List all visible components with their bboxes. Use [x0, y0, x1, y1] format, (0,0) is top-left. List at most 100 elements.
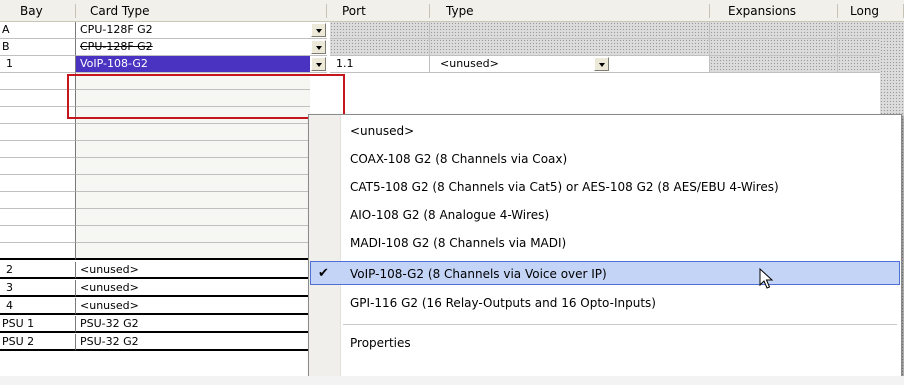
bay-cell [0, 209, 76, 226]
bay-cell: 1 [0, 56, 76, 73]
bay-row-b[interactable]: B CPU-128F G2 [0, 39, 327, 56]
bay-cell: A [0, 22, 76, 39]
type-select[interactable]: <unused> [430, 56, 710, 73]
bay-cell: PSU 2 [0, 334, 76, 351]
bay-cell [0, 192, 76, 209]
card-type-dropdown[interactable] [310, 39, 327, 56]
header-card-type-label: Card Type [90, 4, 150, 18]
menu-item-label: MADI-108 G2 (8 Channels via MADI) [350, 236, 567, 250]
card-type-cell [76, 107, 310, 124]
bay-cell [0, 226, 76, 243]
port-cell[interactable]: 1.1 [330, 56, 430, 73]
bay-row-1[interactable]: 1 VoIP-108-G2 [0, 56, 327, 73]
header-port[interactable]: Port [330, 0, 430, 22]
bay-cell [0, 158, 76, 175]
menu-item-label: CAT5-108 G2 (8 Channels via Cat5) or AES… [350, 180, 779, 194]
chevron-down-icon[interactable] [311, 23, 326, 37]
type-cell [430, 22, 710, 39]
header-expansions[interactable]: Expansions [710, 0, 838, 22]
menu-item-unused[interactable]: <unused> [310, 119, 900, 143]
card-type-cell [76, 124, 310, 141]
card-type-cell [76, 192, 310, 209]
card-type-context-menu: <unused> COAX-108 G2 (8 Channels via Coa… [308, 114, 902, 378]
header-card-type[interactable]: Card Type [76, 0, 327, 22]
bay-row-psu2[interactable]: PSU 2 PSU-32 G2 [0, 334, 327, 351]
port-row-empty [0, 73, 327, 90]
expansions-cell [710, 39, 838, 56]
bay-cell: 3 [0, 280, 76, 297]
menu-item-label: COAX-108 G2 (8 Channels via Coax) [350, 152, 568, 166]
card-type-cell[interactable]: CPU-128F G2 [76, 39, 310, 56]
type-cell [430, 39, 710, 56]
port-row-empty [0, 90, 327, 107]
bay-cell: 2 [0, 262, 76, 279]
check-icon: ✔ [318, 266, 329, 281]
header-bay[interactable]: Bay [0, 0, 76, 22]
bay-cell [0, 73, 76, 90]
menu-item-label: GPI-116 G2 (16 Relay-Outputs and 16 Opto… [350, 296, 656, 310]
card-configuration-window: Bay Card Type Port Type Expansions Long … [0, 0, 904, 385]
header-type-label: Type [446, 4, 474, 18]
menu-item-gpi[interactable]: GPI-116 G2 (16 Relay-Outputs and 16 Opto… [310, 291, 900, 315]
bay-row-psu1[interactable]: PSU 1 PSU-32 G2 [0, 316, 327, 333]
port-row-empty [0, 175, 327, 192]
header-port-label: Port [342, 4, 366, 18]
bay-cell [0, 107, 76, 124]
card-type-cell [76, 90, 310, 107]
header-long[interactable]: Long [838, 0, 904, 22]
card-type-cell[interactable]: PSU-32 G2 [76, 316, 310, 333]
card-type-cell-selected[interactable]: VoIP-108-G2 [76, 56, 310, 73]
port-row-empty [0, 243, 327, 260]
card-type-dropdown[interactable] [310, 22, 327, 39]
bay-cell [0, 175, 76, 192]
chevron-down-icon[interactable] [311, 40, 326, 54]
card-type-cell [76, 243, 310, 260]
bay-cell [0, 243, 76, 260]
bay-row-4[interactable]: 4 <unused> [0, 298, 327, 315]
bay-cell: 4 [0, 298, 76, 315]
card-type-dropdown[interactable] [310, 56, 327, 73]
port-cell [330, 39, 430, 56]
card-type-cell[interactable]: <unused> [76, 298, 310, 315]
chevron-down-icon[interactable] [594, 57, 609, 71]
port-row-empty [0, 192, 327, 209]
menu-item-madi[interactable]: MADI-108 G2 (8 Channels via MADI) [310, 231, 900, 255]
card-type-cell[interactable]: <unused> [76, 280, 310, 297]
menu-item-cat5-aes[interactable]: CAT5-108 G2 (8 Channels via Cat5) or AES… [310, 175, 900, 199]
menu-item-properties[interactable]: Properties [310, 331, 900, 355]
bay-row-a[interactable]: A CPU-128F G2 [0, 22, 327, 39]
port-row-empty [0, 209, 327, 226]
menu-item-voip-selected[interactable]: ✔ VoIP-108-G2 (8 Channels via Voice over… [310, 261, 900, 289]
card-type-cell[interactable]: <unused> [76, 262, 310, 279]
torn-edge-strip [0, 376, 904, 385]
bay-cell: B [0, 39, 76, 56]
port-cell [330, 22, 430, 39]
card-type-cell[interactable]: CPU-128F G2 [76, 22, 310, 39]
card-type-cell [76, 73, 310, 90]
port-row-empty [0, 226, 327, 243]
port-row-empty [0, 124, 327, 141]
card-type-cell [76, 226, 310, 243]
port-row-empty [0, 158, 327, 175]
menu-item-label: Properties [350, 336, 411, 350]
bay-cell: PSU 1 [0, 316, 76, 333]
bay-row-2[interactable]: 2 <unused> [0, 262, 327, 279]
header-expansions-label: Expansions [728, 4, 797, 18]
header-bay-label: Bay [20, 4, 43, 18]
bay-row-3[interactable]: 3 <unused> [0, 280, 327, 297]
card-type-cell[interactable]: PSU-32 G2 [76, 334, 310, 351]
card-type-cell [76, 175, 310, 192]
chevron-down-icon[interactable] [311, 57, 326, 71]
menu-item-label: VoIP-108-G2 (8 Channels via Voice over I… [350, 267, 607, 281]
mouse-cursor-icon [759, 268, 774, 289]
expansions-cell [710, 22, 838, 39]
bay-cell [0, 90, 76, 107]
menu-item-coax[interactable]: COAX-108 G2 (8 Channels via Coax) [310, 147, 900, 171]
port-row-empty [0, 141, 327, 158]
bay-cell [0, 124, 76, 141]
header-type[interactable]: Type [430, 0, 710, 22]
header-long-label: Long [850, 4, 880, 18]
menu-item-label: AIO-108 G2 (8 Analogue 4-Wires) [350, 208, 550, 222]
type-select-value: <unused> [440, 57, 499, 70]
menu-item-aio[interactable]: AIO-108 G2 (8 Analogue 4-Wires) [310, 203, 900, 227]
